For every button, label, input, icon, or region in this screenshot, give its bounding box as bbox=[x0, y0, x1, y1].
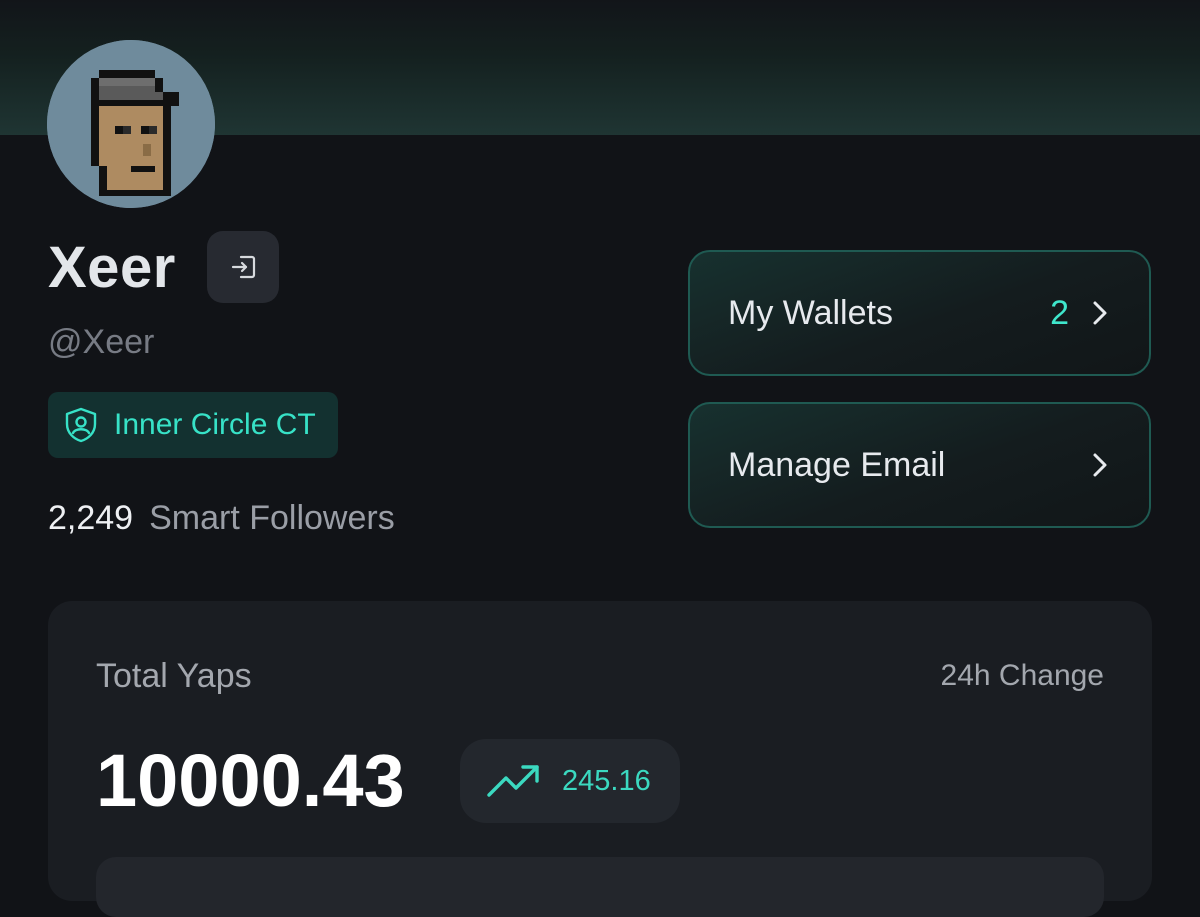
badge-label: Inner Circle CT bbox=[114, 408, 316, 441]
login-button[interactable] bbox=[207, 231, 279, 303]
total-yaps-value: 10000.43 bbox=[96, 739, 405, 822]
pixel-avatar-image bbox=[47, 40, 215, 208]
yaps-panel: Total Yaps 24h Change 10000.43 245.16 bbox=[48, 601, 1152, 917]
profile-name: Xeer bbox=[48, 235, 176, 300]
yaps-detail-card bbox=[96, 857, 1104, 917]
avatar[interactable] bbox=[47, 40, 215, 208]
chevron-right-icon bbox=[1093, 453, 1107, 477]
change-24h-pill: 245.16 bbox=[460, 739, 680, 823]
login-icon bbox=[231, 255, 256, 279]
manage-email-button[interactable]: Manage Email bbox=[688, 402, 1151, 528]
inner-circle-badge: Inner Circle CT bbox=[48, 392, 338, 458]
my-wallets-button[interactable]: My Wallets 2 bbox=[688, 250, 1151, 376]
trending-up-icon bbox=[487, 765, 539, 797]
smart-followers: 2,249 Smart Followers bbox=[48, 498, 395, 538]
manage-email-label: Manage Email bbox=[728, 445, 946, 484]
smart-followers-label: Smart Followers bbox=[149, 499, 395, 537]
shield-user-icon bbox=[65, 407, 97, 443]
wallets-count: 2 bbox=[1050, 293, 1069, 332]
total-yaps-label: Total Yaps bbox=[96, 657, 252, 695]
chevron-right-icon bbox=[1093, 301, 1107, 325]
change-24h-label: 24h Change bbox=[940, 659, 1104, 692]
change-24h-value: 245.16 bbox=[562, 764, 651, 797]
my-wallets-label: My Wallets bbox=[728, 293, 893, 332]
profile-handle: @Xeer bbox=[48, 323, 155, 361]
smart-followers-count: 2,249 bbox=[48, 499, 134, 537]
